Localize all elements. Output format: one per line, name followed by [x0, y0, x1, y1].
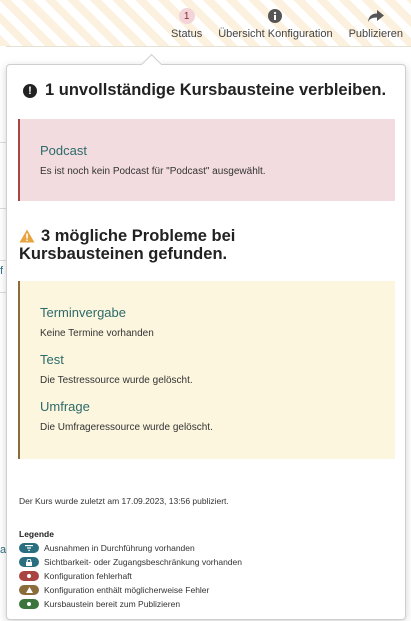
course-editor-toolbar: 1 Status Übersicht Konfiguration Publizi…: [163, 0, 411, 46]
ready-icon: [19, 599, 39, 609]
background-text-fragment: f: [0, 265, 4, 277]
error-icon: [19, 571, 39, 581]
legend-item: Kursbaustein bereit zum Publizieren: [19, 597, 242, 611]
legend-item: Sichtbarkeit- oder Zugangsbeschränkung v…: [19, 555, 242, 569]
legend-item-label: Ausnahmen in Durchführung vorhanden: [44, 543, 195, 553]
legend-item: Konfiguration enthält möglicherweise Feh…: [19, 583, 242, 597]
warning-node-title[interactable]: Umfrage: [40, 399, 395, 414]
status-button[interactable]: 1 Status: [163, 0, 210, 46]
warning-entry: Terminvergabe Keine Termine vorhanden: [40, 305, 395, 339]
warnings-heading: 3 mögliche Probleme bei Kursbausteinen g…: [19, 227, 359, 263]
warning-alert-box: Terminvergabe Keine Termine vorhanden Te…: [18, 281, 395, 459]
overview-configuration-button[interactable]: Übersicht Konfiguration: [210, 0, 340, 46]
legend-item-label: Konfiguration fehlerhaft: [44, 571, 132, 581]
lock-icon: [19, 557, 39, 567]
popover-arrow: [140, 53, 163, 76]
legend-item-label: Konfiguration enthält möglicherweise Feh…: [44, 585, 210, 595]
status-popover: ! 1 unvollständige Kursbausteine verblei…: [6, 53, 406, 620]
warning-node-description: Die Testressource wurde gelöscht.: [40, 375, 193, 386]
status-label: Status: [171, 28, 203, 40]
warning-node-title[interactable]: Test: [40, 352, 395, 367]
errors-heading: ! 1 unvollständige Kursbausteine verblei…: [23, 81, 386, 100]
legend-item-label: Sichtbarkeit- oder Zugangsbeschränkung v…: [44, 557, 242, 567]
publish-label: Publizieren: [348, 28, 403, 40]
error-node-description: Es ist noch kein Podcast für "Podcast" a…: [40, 166, 266, 177]
warning-triangle-icon: [19, 229, 35, 243]
legend-title: Legende: [19, 529, 54, 539]
error-node-title[interactable]: Podcast: [40, 143, 395, 158]
warning-icon: [19, 585, 39, 595]
warning-node-description: Die Umfrageressource wurde gelöscht.: [40, 422, 213, 433]
publish-button[interactable]: Publizieren: [341, 0, 411, 46]
warning-node-description: Keine Termine vorhanden: [40, 328, 154, 339]
filter-icon: [19, 543, 39, 553]
share-arrow-icon: [367, 8, 385, 24]
warning-entry: Umfrage Die Umfrageressource wurde gelös…: [40, 399, 395, 433]
info-icon: [268, 8, 283, 24]
legend-item: Konfiguration fehlerhaft: [19, 569, 242, 583]
legend-item: Ausnahmen in Durchführung vorhanden: [19, 541, 242, 555]
warning-node-title[interactable]: Terminvergabe: [40, 305, 395, 320]
error-alert-box: Podcast Es ist noch kein Podcast für "Po…: [18, 119, 395, 201]
last-published-note: Der Kurs wurde zuletzt am 17.09.2023, 13…: [19, 496, 229, 506]
legend-list: Ausnahmen in Durchführung vorhanden Sich…: [19, 541, 242, 611]
legend-item-label: Kursbaustein bereit zum Publizieren: [44, 599, 181, 609]
status-count-badge: 1: [178, 8, 195, 24]
errors-heading-text: 1 unvollständige Kursbausteine verbleibe…: [45, 81, 387, 99]
warnings-heading-text: 3 mögliche Probleme bei Kursbausteinen g…: [19, 227, 236, 263]
exclamation-circle-icon: !: [23, 83, 37, 98]
overview-configuration-label: Übersicht Konfiguration: [218, 28, 333, 40]
warning-entry: Test Die Testressource wurde gelöscht.: [40, 352, 395, 386]
